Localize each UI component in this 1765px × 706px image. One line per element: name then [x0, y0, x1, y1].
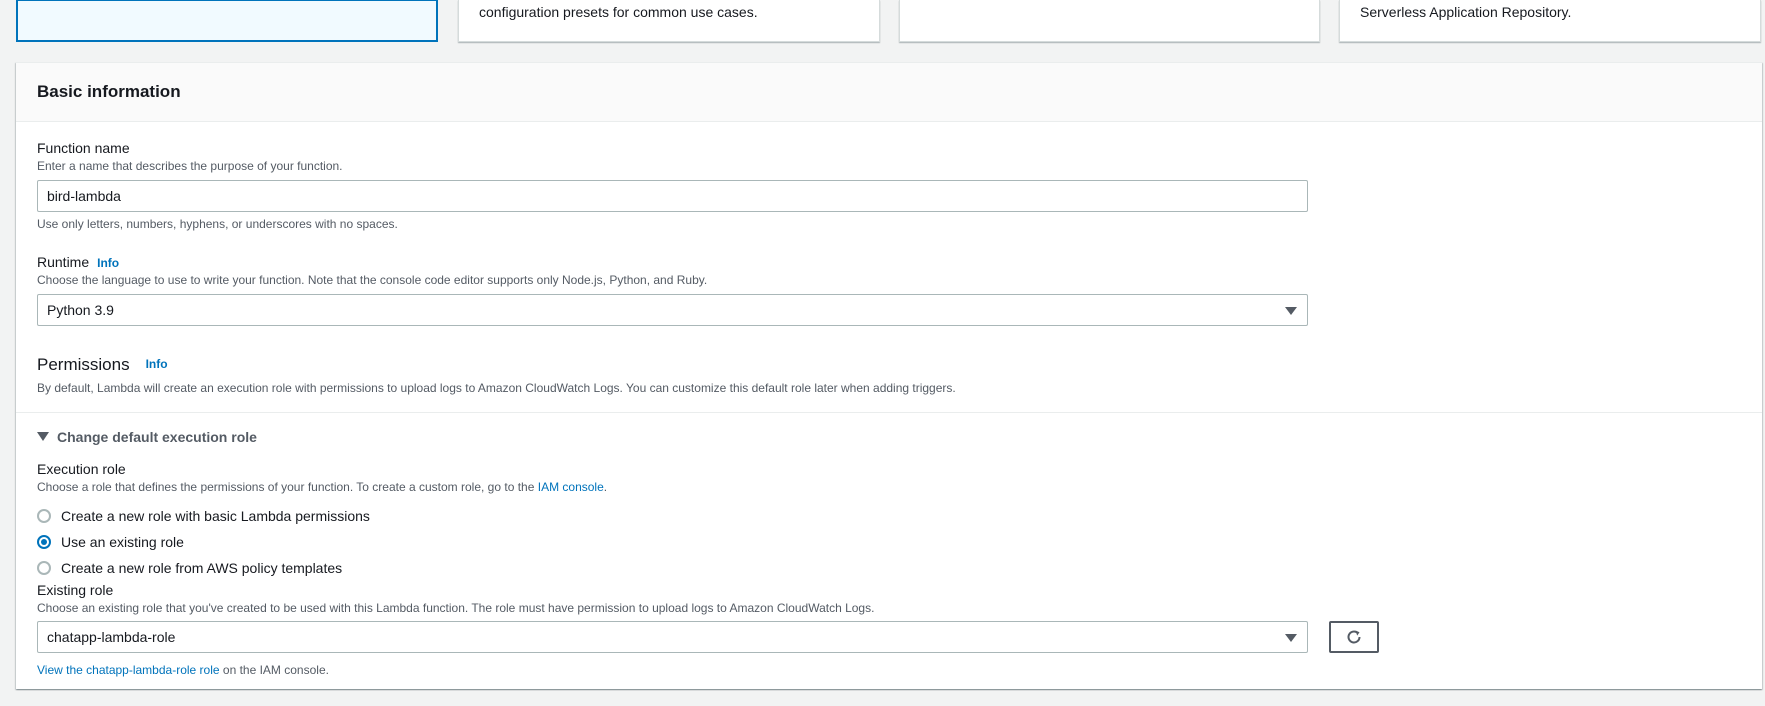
- radio-button[interactable]: [37, 509, 51, 523]
- section-divider: [16, 412, 1762, 413]
- execution-role-description-suffix: .: [603, 480, 608, 494]
- caret-down-icon: [1285, 634, 1297, 642]
- caret-down-icon: [37, 432, 49, 441]
- radio-label: Create a new role with basic Lambda perm…: [61, 508, 370, 524]
- existing-role-select[interactable]: chatapp-lambda-role: [37, 621, 1308, 653]
- function-name-description: Enter a name that describes the purpose …: [37, 159, 343, 173]
- radio-label: Create a new role from AWS policy templa…: [61, 560, 343, 576]
- function-name-constraint: Use only letters, numbers, hyphens, or u…: [37, 217, 398, 231]
- option-card-text: Serverless Application Repository.: [1360, 4, 1572, 20]
- existing-role-label: Existing role: [37, 582, 114, 598]
- permissions-heading: Permissions: [37, 355, 130, 374]
- function-name-label: Function name: [37, 140, 130, 156]
- radio-create-from-policy-templates[interactable]: Create a new role from AWS policy templa…: [37, 560, 342, 576]
- existing-role-description: Choose an existing role that you've crea…: [37, 601, 875, 615]
- runtime-field: Runtime Info Choose the language to use t…: [37, 254, 707, 287]
- option-card-text: configuration presets for common use cas…: [479, 4, 758, 20]
- radio-create-basic-role[interactable]: Create a new role with basic Lambda perm…: [37, 508, 370, 524]
- refresh-roles-button[interactable]: [1329, 621, 1379, 653]
- execution-role-description: Choose a role that defines the permissio…: [37, 480, 607, 494]
- option-card-browse-serverless-repo[interactable]: Serverless Application Repository.: [1339, 0, 1761, 42]
- runtime-info-link[interactable]: Info: [97, 256, 119, 270]
- permissions-description: By default, Lambda will create an execut…: [37, 381, 956, 395]
- view-role-suffix: on the IAM console.: [219, 663, 329, 677]
- runtime-select[interactable]: Python 3.9: [37, 294, 1308, 326]
- view-role-link[interactable]: View the chatapp-lambda-role role: [37, 663, 220, 677]
- execution-role-label: Execution role: [37, 461, 126, 477]
- option-card-use-blueprint[interactable]: configuration presets for common use cas…: [458, 0, 880, 42]
- execution-role-description-text: Choose a role that defines the permissio…: [37, 480, 535, 494]
- permissions-info-link[interactable]: Info: [146, 357, 168, 371]
- change-default-execution-role-expander[interactable]: Change default execution role: [37, 429, 257, 445]
- runtime-label: Runtime: [37, 254, 90, 270]
- expander-label: Change default execution role: [57, 429, 257, 445]
- caret-down-icon: [1285, 307, 1297, 315]
- panel-title: Basic information: [16, 63, 1762, 122]
- function-name-input[interactable]: bird-lambda: [37, 180, 1308, 212]
- runtime-description: Choose the language to use to write your…: [37, 273, 708, 287]
- view-role-line: View the chatapp-lambda-role role on the…: [37, 663, 329, 677]
- permissions-section: Permissions Info By default, Lambda will …: [37, 355, 956, 395]
- existing-role-field: Existing role Choose an existing role th…: [37, 582, 874, 615]
- radio-button-selected[interactable]: [37, 535, 51, 549]
- existing-role-selected-value: chatapp-lambda-role: [47, 629, 176, 645]
- option-card-container-image[interactable]: [899, 0, 1320, 42]
- option-card-author-from-scratch[interactable]: [16, 0, 438, 42]
- radio-button[interactable]: [37, 561, 51, 575]
- iam-console-link[interactable]: IAM console: [538, 480, 604, 494]
- runtime-selected-value: Python 3.9: [47, 302, 114, 318]
- basic-information-panel: Basic information Function name Enter a …: [16, 62, 1762, 689]
- radio-label: Use an existing role: [61, 534, 184, 550]
- execution-role-field: Execution role Choose a role that define…: [37, 461, 607, 494]
- radio-use-existing-role[interactable]: Use an existing role: [37, 534, 184, 550]
- function-name-field: Function name Enter a name that describe…: [37, 140, 343, 173]
- refresh-icon: [1347, 630, 1361, 644]
